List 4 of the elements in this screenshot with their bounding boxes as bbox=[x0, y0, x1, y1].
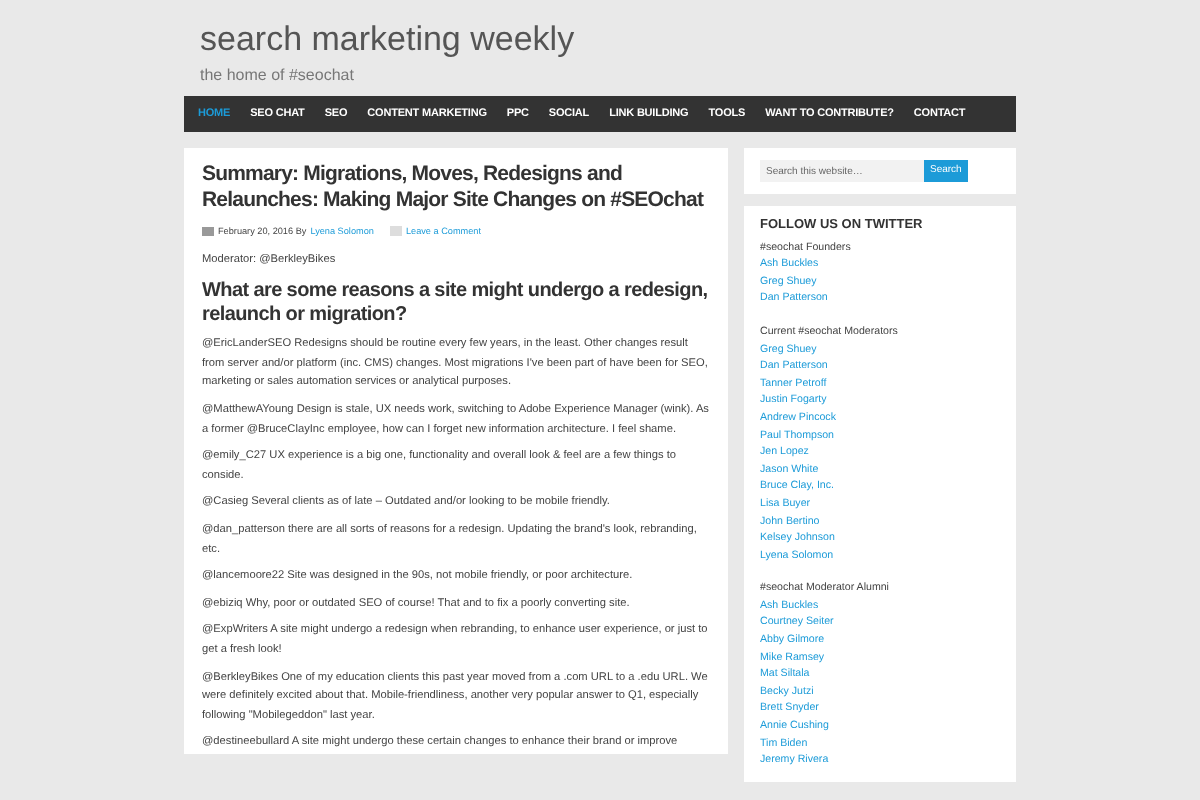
site-title[interactable]: search marketing weekly bbox=[200, 20, 1000, 60]
article-title: Summary: Migrations, Moves, Redesigns and Relaunches: Making Major Site Changes on #SEOchat bbox=[202, 162, 706, 214]
section-heading: What are some reasons a site might undergo a redesign, relaunch or migration? bbox=[202, 280, 710, 329]
site-tagline: the home of #seochat bbox=[200, 64, 356, 88]
